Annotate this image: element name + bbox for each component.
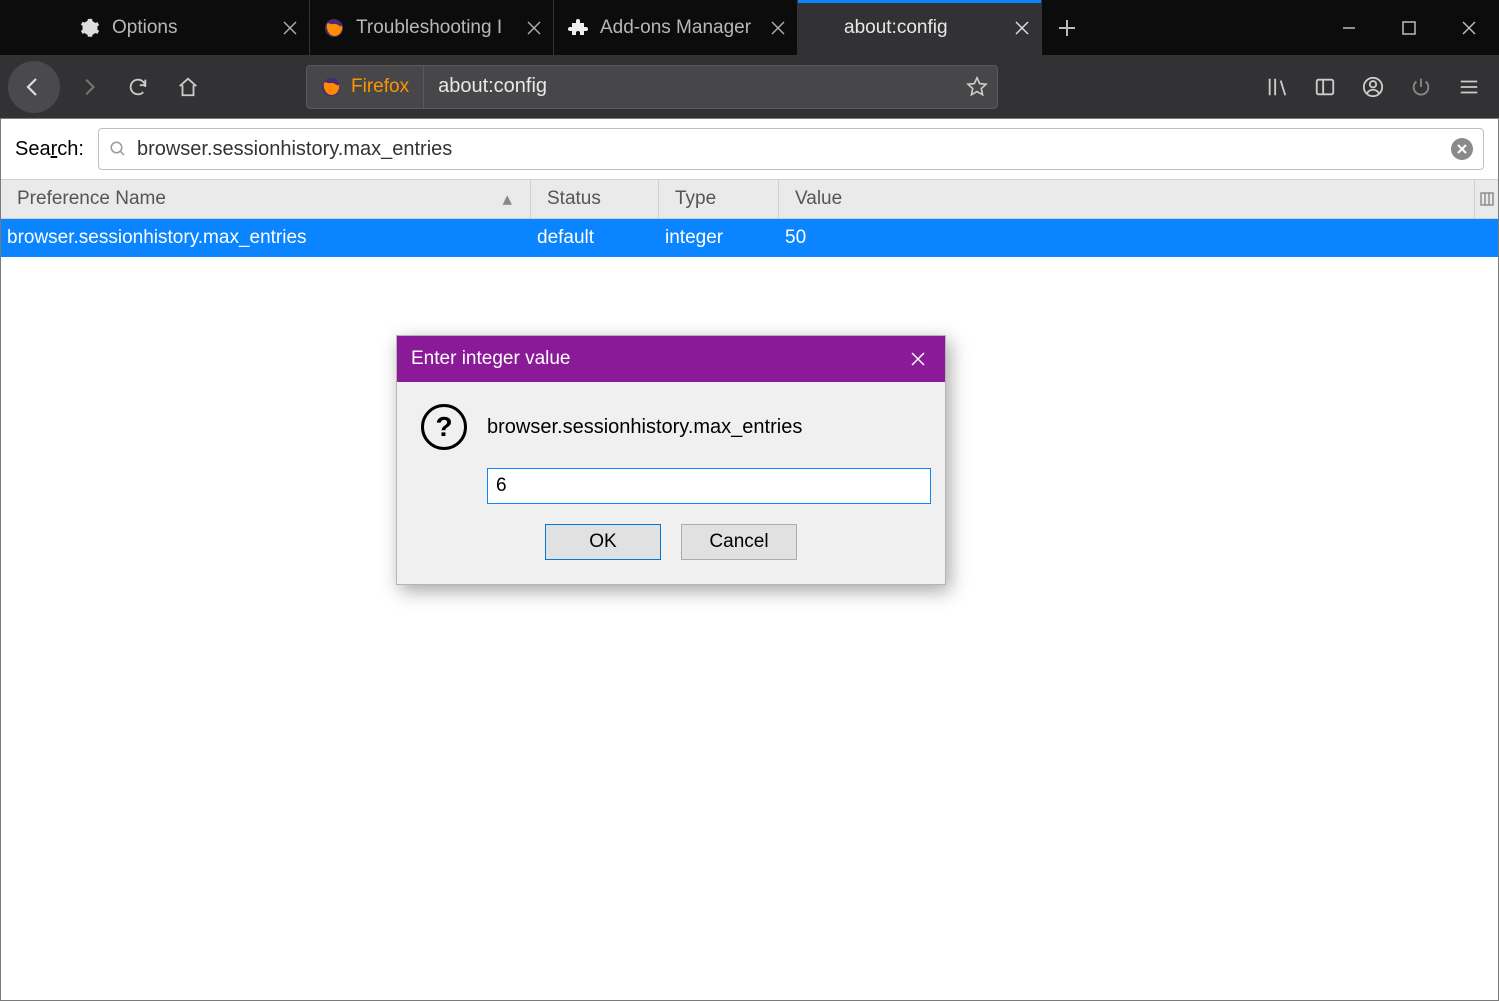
maximize-button[interactable] bbox=[1379, 0, 1439, 55]
window-controls bbox=[1319, 0, 1499, 55]
tab-troubleshooting[interactable]: Troubleshooting I bbox=[310, 0, 554, 55]
dialog-title: Enter integer value bbox=[411, 348, 571, 370]
back-button[interactable] bbox=[8, 61, 60, 113]
tab-label: Troubleshooting I bbox=[356, 17, 525, 39]
minimize-button[interactable] bbox=[1319, 0, 1379, 55]
cancel-button[interactable]: Cancel bbox=[681, 524, 797, 560]
url-bar[interactable]: Firefox about:config bbox=[306, 65, 998, 109]
close-icon[interactable] bbox=[525, 19, 543, 37]
tab-label: Options bbox=[112, 17, 281, 39]
identity-box[interactable]: Firefox bbox=[307, 66, 424, 108]
power-button[interactable] bbox=[1399, 65, 1443, 109]
tab-label: Add-ons Manager bbox=[600, 17, 769, 39]
blank-icon bbox=[812, 18, 832, 38]
tab-spacer bbox=[0, 0, 66, 55]
tab-options[interactable]: Options bbox=[66, 0, 310, 55]
dialog-pref-name: browser.sessionhistory.max_entries bbox=[487, 416, 802, 439]
menu-button[interactable] bbox=[1447, 65, 1491, 109]
firefox-icon bbox=[324, 18, 344, 38]
content: Search: Preference Name ▴ Status Type Va… bbox=[0, 118, 1499, 1001]
account-button[interactable] bbox=[1351, 65, 1395, 109]
tab-aboutconfig[interactable]: about:config bbox=[798, 0, 1042, 55]
close-icon[interactable] bbox=[1013, 19, 1031, 37]
bookmark-star-button[interactable] bbox=[957, 67, 997, 107]
nav-bar: Firefox about:config bbox=[0, 55, 1499, 118]
reload-button[interactable] bbox=[116, 65, 160, 109]
gear-icon bbox=[80, 18, 100, 38]
home-button[interactable] bbox=[166, 65, 210, 109]
dialog-input[interactable] bbox=[487, 468, 931, 504]
question-icon: ? bbox=[421, 404, 467, 450]
tabs-bar: Options Troubleshooting I Add-ons Manage… bbox=[0, 0, 1499, 55]
identity-label: Firefox bbox=[351, 76, 409, 98]
tab-addons[interactable]: Add-ons Manager bbox=[554, 0, 798, 55]
new-tab-button[interactable] bbox=[1042, 0, 1092, 55]
puzzle-icon bbox=[568, 18, 588, 38]
tab-label: about:config bbox=[844, 17, 1013, 39]
library-button[interactable] bbox=[1255, 65, 1299, 109]
ok-button[interactable]: OK bbox=[545, 524, 661, 560]
dialog-close-button[interactable] bbox=[905, 346, 931, 372]
firefox-icon bbox=[321, 77, 341, 97]
url-text[interactable]: about:config bbox=[424, 75, 957, 98]
dialog-titlebar: Enter integer value bbox=[397, 336, 945, 382]
close-icon[interactable] bbox=[281, 19, 299, 37]
dialog-body: ? browser.sessionhistory.max_entries OK … bbox=[397, 382, 945, 584]
close-icon[interactable] bbox=[769, 19, 787, 37]
forward-button[interactable] bbox=[66, 65, 110, 109]
close-window-button[interactable] bbox=[1439, 0, 1499, 55]
sidebar-button[interactable] bbox=[1303, 65, 1347, 109]
integer-dialog: Enter integer value ? browser.sessionhis… bbox=[396, 335, 946, 585]
overlay: Enter integer value ? browser.sessionhis… bbox=[1, 119, 1498, 1000]
